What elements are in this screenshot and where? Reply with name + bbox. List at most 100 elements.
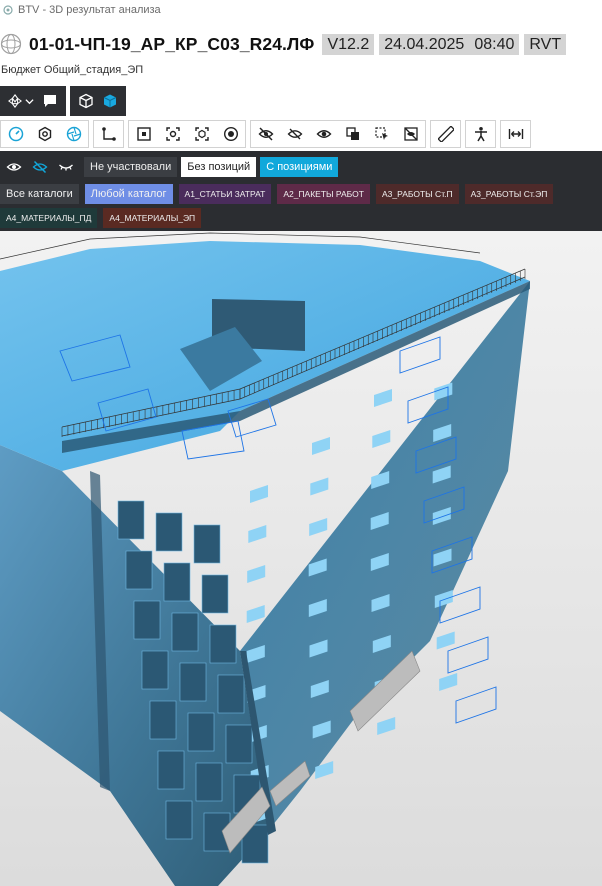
solid-cube-button[interactable] <box>98 89 122 113</box>
catalog-all[interactable]: Все каталоги <box>0 184 79 204</box>
window-panel <box>149 700 177 740</box>
cube-outline-icon <box>79 93 93 109</box>
select-button[interactable] <box>367 121 396 147</box>
fit-button[interactable] <box>187 121 216 147</box>
model-sphere-icon <box>0 33 22 55</box>
measure-tools-group <box>430 120 461 148</box>
window-panel <box>117 500 145 540</box>
display-mode-group <box>70 86 126 116</box>
status-filter-row: Не участвовали Без позиций С позициями <box>0 156 342 178</box>
measure-icon <box>437 126 454 142</box>
window-panel <box>225 724 253 764</box>
catalog-a1-cost-items[interactable]: A1_СТАТЬИ ЗАТРАТ <box>178 184 272 204</box>
walk-person-icon <box>474 127 487 142</box>
hexagon-settings-icon <box>38 126 51 142</box>
catalog-a2-work-packages[interactable]: A2_ПАКЕТЫ РАБОТ <box>277 184 370 204</box>
path-button[interactable] <box>94 121 123 147</box>
expand-width-button[interactable] <box>501 121 530 147</box>
camera-tools-group <box>128 120 246 148</box>
isolate-icon <box>345 127 359 140</box>
fit-selection-icon <box>194 127 209 141</box>
window-title: BTV - 3D результат анализа <box>18 4 161 16</box>
show-filter-button[interactable] <box>2 156 26 178</box>
window-panel <box>141 650 169 690</box>
isolate-button[interactable] <box>338 121 367 147</box>
orbit-button[interactable] <box>4 89 38 113</box>
comment-icon <box>44 95 56 107</box>
target-icon <box>223 126 238 142</box>
unhide-icon <box>403 127 418 141</box>
hide-others-icon <box>287 128 302 140</box>
aperture-icon <box>66 126 81 142</box>
window-panel <box>209 624 237 664</box>
show-button[interactable] <box>309 121 338 147</box>
project-title: 01-01-ЧП-19_АР_КР_С03_R24.ЛФ <box>29 33 315 54</box>
catalog-a3-works-stp[interactable]: A3_РАБОТЫ Ст.П <box>375 184 459 204</box>
walk-button[interactable] <box>466 121 495 147</box>
window-panel <box>179 662 207 702</box>
window-panel <box>155 512 183 552</box>
catalog-filter-row-2: A4_МАТЕРИАЛЫ_ПД A4_МАТЕРИАЛЫ_ЭП <box>0 207 207 229</box>
window-panel <box>133 600 161 640</box>
project-header: 01-01-ЧП-19_АР_КР_С03_R24.ЛФ V12.2 24.04… <box>0 26 602 62</box>
walk-tools-group <box>465 120 496 148</box>
visibility-tools-group <box>250 120 426 148</box>
closed-eye-icon <box>59 164 73 171</box>
date-badge: 24.04.2025 <box>379 33 467 55</box>
eye-icon <box>6 163 22 171</box>
section-box-button[interactable] <box>129 121 158 147</box>
budget-subtitle: Бюджет Общий_стадия_ЭП <box>1 64 144 76</box>
show-icon <box>316 130 331 138</box>
filter-not-participated[interactable]: Не участвовали <box>84 157 178 177</box>
hide-icon <box>258 127 273 141</box>
closed-eye-filter-button[interactable] <box>54 156 78 178</box>
eye-slash-icon <box>32 160 48 174</box>
catalog-a3-works-step[interactable]: A3_РАБОТЫ Ст.ЭП <box>464 184 554 204</box>
catalog-a4-materials-pd[interactable]: A4_МАТЕРИАЛЫ_ПД <box>0 208 98 228</box>
window-panel <box>157 750 185 790</box>
building-model-render[interactable] <box>0 231 602 886</box>
comment-button[interactable] <box>38 89 62 113</box>
performance-button[interactable] <box>1 121 30 147</box>
hide-button[interactable] <box>251 121 280 147</box>
expand-width-icon <box>508 129 523 139</box>
window-panel <box>217 674 245 714</box>
width-tools-group <box>500 120 531 148</box>
view-mode-toolbar <box>0 86 130 116</box>
hide-others-button[interactable] <box>280 121 309 147</box>
section-box-icon <box>136 127 151 141</box>
orbit-icon <box>8 94 22 108</box>
chevron-down-icon <box>25 98 34 104</box>
speed-gauge-icon <box>8 126 23 142</box>
format-badge: RVT <box>524 33 567 55</box>
window-titlebar: BTV - 3D результат анализа <box>0 0 602 20</box>
focus-selection-icon <box>165 127 180 141</box>
catalog-any[interactable]: Любой каталог <box>84 184 173 204</box>
target-button[interactable] <box>216 121 245 147</box>
catalog-a4-materials-ep[interactable]: A4_МАТЕРИАЛЫ_ЭП <box>103 208 202 228</box>
window-panel <box>187 712 215 752</box>
tools-toolbar <box>0 119 602 149</box>
time-badge: 08:40 <box>466 33 520 55</box>
cube-solid-icon <box>103 94 117 108</box>
select-icon <box>374 127 388 140</box>
settings-button[interactable] <box>30 121 59 147</box>
catalog-filter-row: Все каталоги Любой каталог A1_СТАТЬИ ЗАТ… <box>0 183 554 205</box>
lighting-button[interactable] <box>59 121 88 147</box>
navigation-group <box>0 86 66 116</box>
filter-panel: Не участвовали Без позиций С позициями В… <box>0 151 602 231</box>
hide-filter-button[interactable] <box>28 156 52 178</box>
version-badge: V12.2 <box>322 33 375 55</box>
window-panel <box>201 574 229 614</box>
filter-with-positions[interactable]: С позициями <box>260 157 339 177</box>
window-panel <box>165 800 193 840</box>
window-panel <box>195 762 223 802</box>
app-logo-icon <box>3 5 13 15</box>
measure-button[interactable] <box>431 121 460 147</box>
focus-button[interactable] <box>158 121 187 147</box>
unhide-button[interactable] <box>396 121 425 147</box>
model-viewport[interactable] <box>0 231 602 886</box>
filter-without-positions[interactable]: Без позиций <box>181 157 257 177</box>
path-tools-group <box>93 120 124 148</box>
wireframe-cube-button[interactable] <box>74 89 98 113</box>
